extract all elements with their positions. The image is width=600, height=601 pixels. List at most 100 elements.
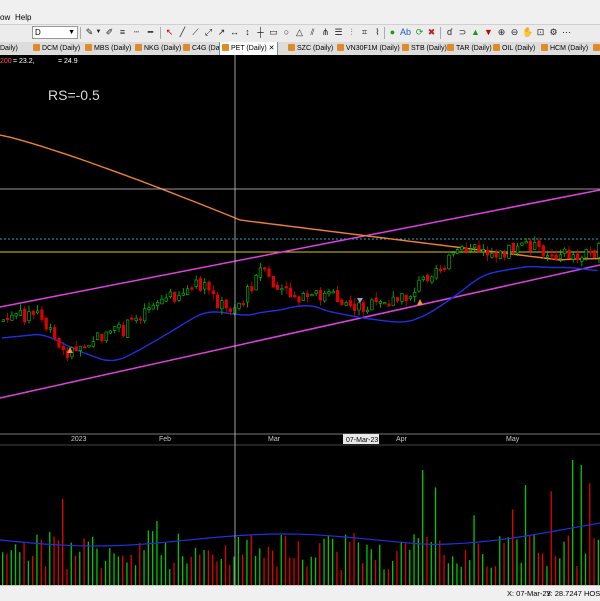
more-icon[interactable]: ⋯ — [561, 27, 572, 38]
crosshair-date: 07-Mar-23 — [346, 437, 378, 444]
tab-daily[interactable]: Daily) — [0, 42, 18, 55]
channel-icon[interactable]: ⫽ — [307, 27, 318, 38]
candle-body — [117, 324, 121, 329]
volume-bar — [186, 563, 188, 585]
trendline-icon[interactable]: ╱ — [177, 27, 188, 38]
candle-body — [237, 303, 241, 309]
status-exchange: HOSE — [584, 589, 600, 598]
candle-body — [126, 319, 130, 338]
tab-label: PET (Daily) — [231, 45, 267, 52]
tab-ar[interactable]: Ar — [593, 42, 600, 55]
candle-body — [44, 317, 48, 330]
tab-dcm[interactable]: DCM (Daily) — [33, 42, 80, 55]
volume-bar — [293, 558, 295, 585]
arrow-down-icon[interactable]: ▼ — [483, 27, 494, 38]
crosshair-icon[interactable]: ┼ — [255, 27, 266, 38]
volume-bar — [164, 542, 167, 585]
x-tick-label: Mar — [268, 436, 281, 443]
green-circle-icon[interactable]: ● — [387, 27, 398, 38]
tab-nkg[interactable]: NKG (Daily) — [135, 42, 181, 55]
rectangle-icon[interactable]: ▭ — [268, 27, 279, 38]
ray-icon[interactable]: ⟋ — [190, 27, 201, 38]
price-chart[interactable]: 200 = 23.2, = 24.9 RS=-0.5 2023 Feb Mar … — [0, 55, 600, 585]
volume-bar — [379, 544, 381, 585]
volume-bar — [57, 540, 59, 585]
volume-bar — [289, 557, 291, 585]
arrow-line-icon[interactable]: ↗ — [216, 27, 227, 38]
candle-body — [413, 292, 417, 297]
arrow-up-icon[interactable]: ▲ — [470, 27, 481, 38]
tab-stb[interactable]: STB (Daily) — [402, 42, 447, 55]
lock-icon[interactable]: ⊡ — [535, 27, 546, 38]
volume-bar — [246, 539, 248, 585]
candle-body — [203, 282, 207, 290]
tab-mbs[interactable]: MBS (Daily) — [85, 42, 131, 55]
vertical-line-icon[interactable]: ↕ — [242, 27, 253, 38]
candle-body — [498, 250, 503, 259]
x-tick-label: 2023 — [71, 436, 87, 443]
gann-icon[interactable]: ⌗ — [359, 27, 370, 38]
horizontal-line-icon[interactable]: ↔ — [229, 27, 240, 38]
hand-icon[interactable]: ✋ — [522, 27, 533, 38]
candle-body — [485, 250, 490, 256]
volume-bar — [53, 536, 55, 585]
candle-body — [524, 241, 528, 244]
tab-vn30f1m[interactable]: VN30F1M (Daily) — [337, 42, 400, 55]
tab-oil[interactable]: OIL (Daily) — [493, 42, 535, 55]
chart-background — [0, 55, 600, 585]
delete-icon[interactable]: ✖ — [426, 27, 437, 38]
candle-body — [558, 254, 562, 260]
ab-icon[interactable]: Ab — [400, 27, 411, 38]
menu-help[interactable]: Help — [15, 13, 31, 22]
volume-bar — [250, 535, 252, 585]
chevron-down-icon[interactable]: ▼ — [68, 27, 75, 38]
volume-bar — [74, 555, 77, 585]
tab-szc[interactable]: SZC (Daily) — [288, 42, 333, 55]
candle-body — [387, 303, 391, 307]
fib-fan-icon[interactable]: ⫶ — [346, 27, 357, 38]
volume-bar — [169, 569, 171, 585]
x-tick-label: Apr — [396, 436, 408, 443]
ellipse-icon[interactable]: ○ — [281, 27, 292, 38]
volume-bar — [143, 550, 145, 585]
tab-hcm[interactable]: HCM (Daily) — [541, 42, 588, 55]
magnet-icon[interactable]: ⊃ — [457, 27, 468, 38]
volume-bar — [6, 553, 8, 585]
triangle-icon[interactable]: △ — [294, 27, 305, 38]
toolbar-separator — [160, 27, 161, 39]
fibonacci-icon[interactable]: ☰ — [333, 27, 344, 38]
settings-icon[interactable]: ⚙ — [548, 27, 559, 38]
chevron-down-icon[interactable]: ▼ — [93, 27, 104, 38]
pitchfork-icon[interactable]: ⋔ — [320, 27, 331, 38]
symbol-combo[interactable]: D ▼ — [32, 26, 78, 39]
line-style-icon[interactable]: ┄ — [131, 27, 142, 38]
close-tab-icon[interactable]: ✕ — [269, 45, 275, 52]
line-weight-icon[interactable]: ━ — [145, 27, 156, 38]
candle-body — [537, 240, 541, 248]
volume-bar — [152, 531, 154, 585]
cycle-icon[interactable]: ⌇ — [372, 27, 383, 38]
candle-body — [87, 345, 91, 348]
zoom-in-icon[interactable]: ⊕ — [496, 27, 507, 38]
tab-tar[interactable]: TAR (Daily) — [447, 42, 492, 55]
volume-bar — [413, 534, 415, 585]
ma-value-1: = 23.2, — [13, 58, 35, 65]
volume-bar — [332, 538, 334, 585]
volume-bar — [494, 566, 497, 585]
candle-body — [134, 317, 138, 321]
volume-bar — [576, 566, 578, 585]
line-width-icon[interactable]: ≡ — [117, 27, 128, 38]
volume-bar — [499, 536, 501, 585]
extended-line-icon[interactable]: ⤢ — [203, 27, 214, 38]
candle-body — [305, 293, 310, 298]
candle-body — [447, 254, 451, 270]
refresh-icon[interactable]: ⟳ — [414, 27, 425, 38]
zoom-out-icon[interactable]: ⊖ — [509, 27, 520, 38]
volume-bar — [409, 549, 411, 585]
draw-text-icon[interactable]: ɗ — [444, 27, 455, 38]
volume-bar — [216, 561, 218, 585]
pencil-icon[interactable]: ✐ — [104, 27, 115, 38]
cursor-icon[interactable]: ↖ — [164, 27, 175, 38]
tab-pet[interactable]: PET (Daily) ✕ — [219, 42, 278, 55]
menu-window[interactable]: ow — [0, 13, 10, 22]
